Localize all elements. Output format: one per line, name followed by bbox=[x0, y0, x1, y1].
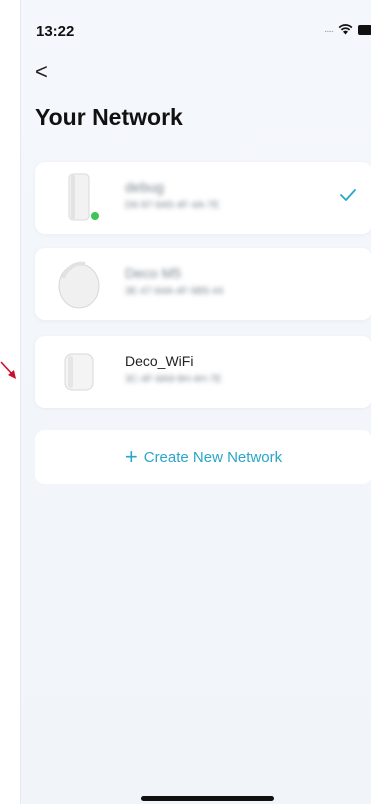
create-new-network-button[interactable]: + Create New Network bbox=[35, 430, 371, 484]
network-item-debug[interactable]: debug D6-97-6A5-4F-4A-7E bbox=[35, 162, 371, 234]
deco-device-icon bbox=[53, 346, 105, 398]
network-mac: 3C-4F-8A9-9H-4H-7E bbox=[125, 374, 222, 385]
network-name: debug bbox=[125, 179, 164, 195]
back-button[interactable]: < bbox=[35, 58, 59, 86]
annotation-arrow-icon bbox=[0, 360, 20, 382]
network-mac: D6-97-6A5-4F-4A-7E bbox=[125, 200, 220, 211]
deco-x20-device-icon bbox=[53, 172, 105, 224]
page-title: Your Network bbox=[35, 104, 183, 130]
status-icons: ..... bbox=[324, 24, 371, 35]
status-bar: 13:22 ..... bbox=[21, 0, 371, 44]
phone-screen: 13:22 ..... < Your Network debug D6-97-6… bbox=[20, 0, 371, 804]
signal-dots: ..... bbox=[324, 24, 334, 35]
check-icon bbox=[340, 188, 356, 206]
plus-icon: + bbox=[124, 444, 138, 469]
home-indicator bbox=[141, 796, 274, 801]
deco-m5-device-icon bbox=[53, 258, 105, 310]
network-item-deco-wifi[interactable]: Deco_WiFi 3C-4F-8A9-9H-4H-7E bbox=[35, 336, 371, 408]
network-item-deco-m5[interactable]: Deco M5 3E-47-84A-4F-9B5-44 bbox=[35, 248, 371, 320]
battery-icon bbox=[358, 24, 371, 35]
network-mac: 3E-47-84A-4F-9B5-44 bbox=[125, 286, 224, 297]
status-time: 13:22 bbox=[36, 23, 75, 40]
create-new-network-label: Create New Network bbox=[143, 448, 283, 466]
network-name: Deco M5 bbox=[125, 265, 182, 281]
wifi-icon bbox=[338, 24, 353, 35]
network-name: Deco_WiFi bbox=[125, 353, 194, 369]
